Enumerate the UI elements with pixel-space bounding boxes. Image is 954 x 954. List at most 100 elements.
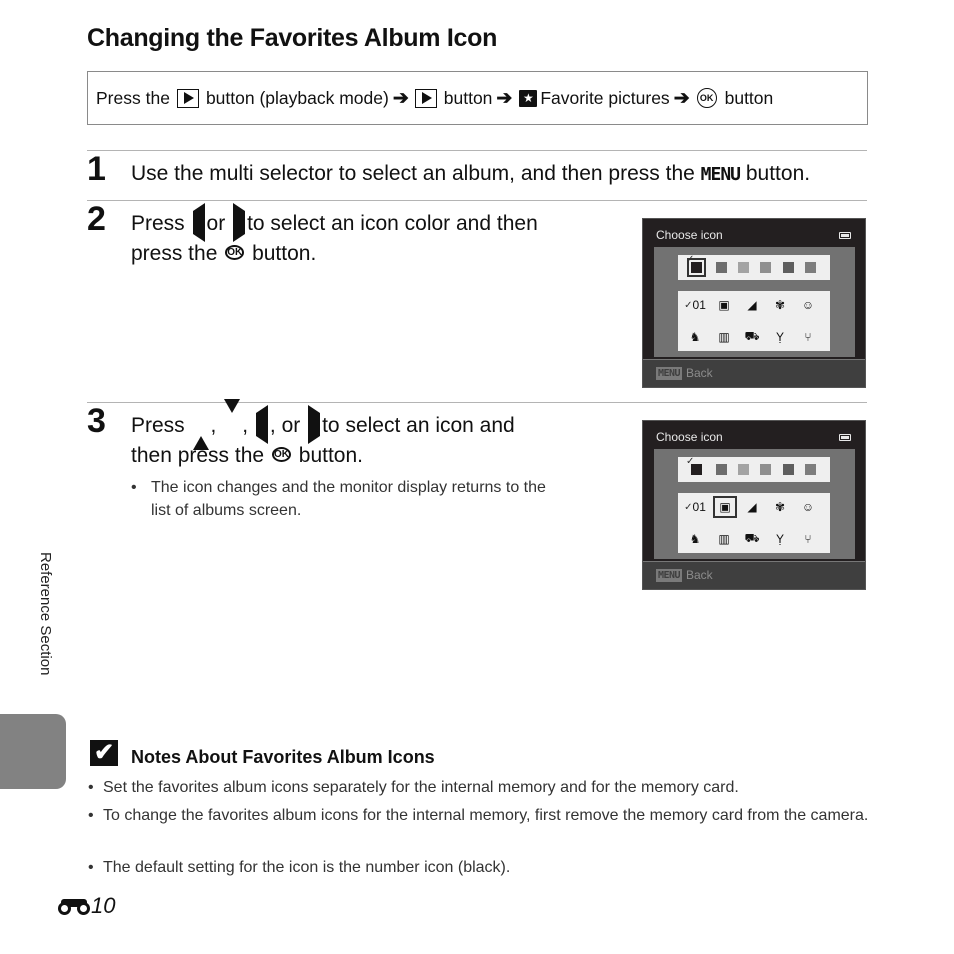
flower-icon[interactable]: ✾: [769, 295, 791, 315]
ok-button-icon: OK: [225, 244, 245, 260]
icon-grid: ✓ 01 ▣ ◢ ✾ ☺ ♞ ▥ ⛟ Ỵ ⑂: [678, 493, 830, 553]
suitcase-icon[interactable]: ▣: [713, 295, 735, 315]
face-icon[interactable]: ☺: [797, 295, 819, 315]
camera-screen-title: Choose icon: [656, 228, 723, 242]
note-checkmark-icon: ✔: [90, 740, 118, 766]
cocktail-icon[interactable]: Ỵ: [769, 529, 791, 549]
step-2-or: or: [206, 212, 226, 235]
camera-footer: MENU Back: [643, 359, 865, 387]
section-side-label: Reference Section: [37, 552, 54, 676]
flower-icon[interactable]: ✾: [769, 497, 791, 517]
divider: [87, 200, 867, 201]
camera-screen-choose-icon: Choose icon ✓ ✓ 01 ▣ ◢ ✾ ☺ ♞ ▥ ⛟ Ỵ ⑂ MENU…: [642, 420, 866, 590]
path-text-favorite-pictures: Favorite pictures: [540, 87, 670, 108]
page-title: Changing the Favorites Album Icon: [87, 24, 498, 52]
arrow-right-icon: ➔: [673, 87, 690, 109]
face-icon[interactable]: ☺: [797, 497, 819, 517]
cocktail-icon[interactable]: Ỵ: [769, 327, 791, 347]
color-swatch[interactable]: [783, 262, 794, 273]
battery-icon: [839, 232, 851, 239]
step-3-text-b: to select an icon and: [322, 414, 515, 437]
color-swatch[interactable]: [783, 464, 794, 475]
menu-button-badge: MENU: [656, 569, 683, 582]
color-swatch[interactable]: [805, 464, 816, 475]
step-2-text: Press or to select an icon color and the…: [131, 202, 621, 269]
step-3-or: , or: [269, 414, 301, 437]
camera-screen-choose-icon-color: Choose icon ✓ ✓ 01 ▣ ◢ ✾ ☺ ♞ ▥ ⛟ Ỵ ⑂ MENU…: [642, 218, 866, 388]
camera-footer: MENU Back: [643, 561, 865, 589]
landscape-icon[interactable]: ◢: [741, 497, 763, 517]
note-item: • The default setting for the icon is th…: [88, 856, 878, 879]
color-swatch[interactable]: [716, 464, 727, 475]
note-item: • To change the favorites album icons fo…: [88, 804, 878, 827]
color-swatch-selected[interactable]: [691, 464, 702, 475]
car-icon[interactable]: ⛟: [741, 529, 763, 549]
back-label: Back: [686, 568, 713, 582]
color-swatch[interactable]: [805, 262, 816, 273]
color-row: ✓: [678, 456, 830, 482]
note-item-text: To change the favorites album icons for …: [103, 807, 869, 824]
color-swatch-selected[interactable]: [687, 258, 706, 277]
page-number-digits: 10: [91, 893, 116, 918]
step-number: 2: [87, 200, 106, 238]
landscape-icon[interactable]: ◢: [741, 295, 763, 315]
back-label: Back: [686, 366, 713, 380]
note-item-text: The default setting for the icon is the …: [103, 859, 511, 876]
color-swatch[interactable]: [716, 262, 727, 273]
step-3-text: Press , , , or to select an icon and the…: [131, 398, 621, 471]
comma: ,: [210, 414, 217, 437]
right-arrow-icon: [233, 202, 246, 242]
icon-grid: ✓ 01 ▣ ◢ ✾ ☺ ♞ ▥ ⛟ Ỵ ⑂: [678, 291, 830, 351]
path-text-press-the: Press the: [96, 87, 170, 108]
step-1-text-b: button.: [745, 162, 811, 185]
color-swatch[interactable]: [738, 464, 749, 475]
suitcase-icon-selected[interactable]: ▣: [713, 496, 737, 518]
number-icon[interactable]: ✓ 01: [684, 497, 706, 517]
pet-icon[interactable]: ♞: [684, 327, 706, 347]
reference-section-binoculars-icon: [58, 897, 90, 915]
menu-button-label: MENU: [700, 164, 741, 185]
page-number: 10: [58, 893, 115, 919]
number-icon[interactable]: ✓ 01: [684, 295, 706, 315]
menu-path-box: Press the button (playback mode) ➔ butto…: [87, 71, 868, 125]
car-icon[interactable]: ⛟: [741, 327, 763, 347]
step-number: 3: [87, 402, 106, 440]
cutlery-icon[interactable]: ⑂: [797, 529, 819, 549]
pet-icon[interactable]: ♞: [684, 529, 706, 549]
step-3-bullet-text: The icon changes and the monitor display…: [131, 476, 601, 522]
building-icon[interactable]: ▥: [713, 327, 735, 347]
step-3-text-d: button.: [298, 443, 364, 467]
color-row: ✓: [678, 254, 830, 280]
playback-button-icon: [176, 88, 199, 108]
menu-button-badge: MENU: [656, 367, 683, 380]
camera-screen-title: Choose icon: [656, 430, 723, 444]
step-3-bullet: • The icon changes and the monitor displ…: [131, 476, 601, 522]
note-title: Notes About Favorites Album Icons: [131, 747, 435, 767]
step-2-text-b: to select an icon color and then: [247, 212, 538, 235]
favorite-pictures-icon: ★: [519, 89, 538, 107]
step-2-text-c: press the: [131, 241, 218, 265]
color-swatch[interactable]: [760, 464, 771, 475]
step-3-text-a: Press: [131, 414, 185, 437]
bullet-dot: •: [88, 779, 94, 796]
arrow-right-icon: ➔: [496, 87, 513, 109]
building-icon[interactable]: ▥: [713, 529, 735, 549]
camera-panel: ✓ ✓ 01 ▣ ◢ ✾ ☺ ♞ ▥ ⛟ Ỵ ⑂: [654, 449, 855, 559]
color-swatch[interactable]: [760, 262, 771, 273]
step-1-text: Use the multi selector to select an albu…: [131, 159, 810, 189]
bullet-dot: •: [131, 479, 137, 496]
bullet-dot: •: [88, 807, 94, 824]
left-arrow-icon: [192, 202, 205, 242]
bullet-dot: •: [88, 859, 94, 876]
left-arrow-icon: [255, 404, 268, 444]
color-swatch[interactable]: [738, 262, 749, 273]
note-item: • Set the favorites album icons separate…: [88, 776, 878, 799]
cutlery-icon[interactable]: ⑂: [797, 327, 819, 347]
bullet-line: list of albums screen.: [151, 502, 302, 519]
number-icon-label: 01: [692, 500, 706, 514]
path-text-playback-mode: button (playback mode): [205, 87, 389, 108]
path-text-button-end: button: [724, 87, 774, 108]
arrow-right-icon: ➔: [392, 87, 409, 109]
divider: [87, 150, 867, 151]
right-arrow-icon: [308, 404, 321, 444]
